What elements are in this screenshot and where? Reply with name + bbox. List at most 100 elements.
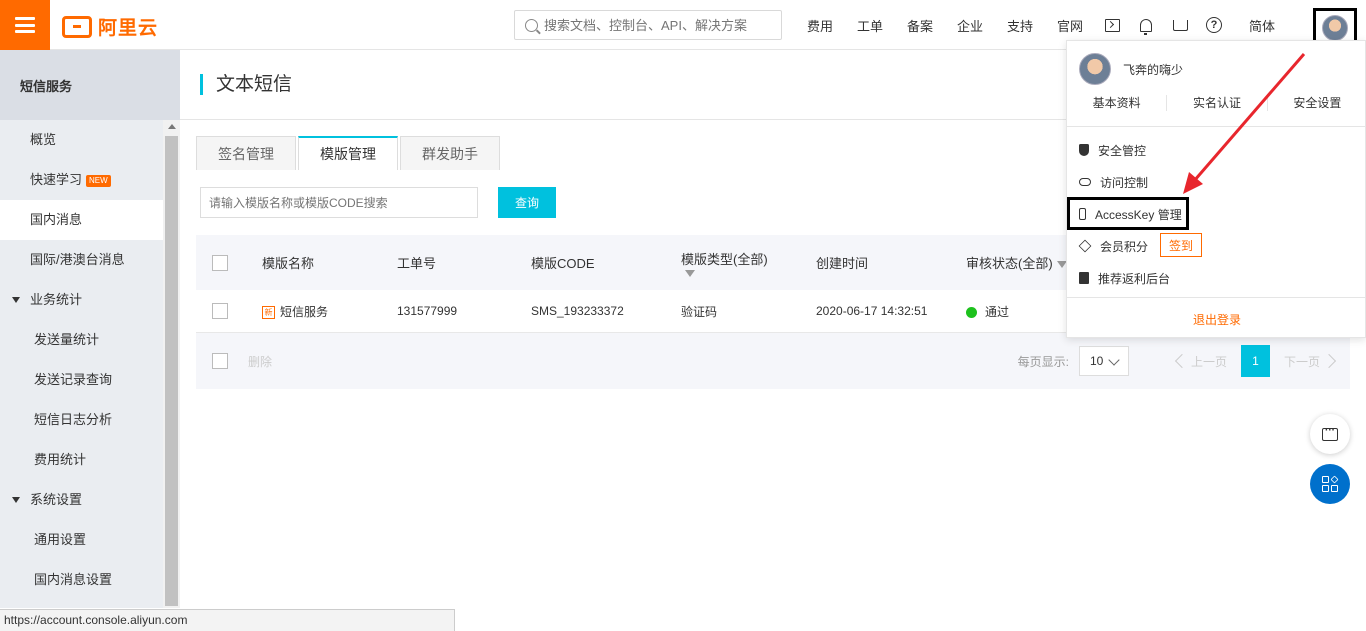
next-page-button[interactable]: 下一页: [1283, 353, 1337, 370]
chevron-right-icon: [1321, 353, 1337, 369]
cart-button[interactable]: [1163, 19, 1197, 31]
filter-icon[interactable]: [685, 269, 695, 277]
sidebar-item-international[interactable]: 国际/港澳台消息: [0, 240, 163, 280]
sign-in-button[interactable]: 签到: [1160, 233, 1202, 257]
col-header-code: 模版CODE: [531, 256, 595, 271]
page-number-current[interactable]: 1: [1240, 345, 1270, 377]
search-input[interactable]: [544, 17, 774, 33]
user-dropdown: 飞奔的嗨少 基本资料 实名认证 安全设置 安全管控 访问控制 AccessKey…: [1066, 40, 1366, 338]
search-icon: [525, 18, 538, 32]
cell-code: SMS_193233372: [531, 304, 624, 318]
scrollbar-thumb[interactable]: [165, 136, 178, 606]
scroll-up-icon[interactable]: [168, 124, 176, 129]
query-button[interactable]: 查询: [498, 187, 556, 218]
next-page-label: 下一页: [1283, 354, 1320, 369]
sidebar-item-general-settings[interactable]: 通用设置: [0, 520, 163, 560]
browser-status-url: https://account.console.aliyun.com: [0, 609, 455, 631]
delete-button[interactable]: 删除: [248, 353, 272, 370]
chat-float-button[interactable]: [1310, 414, 1350, 454]
col-header-type-label: 模版类型(全部): [681, 251, 768, 267]
nav-enterprise[interactable]: 企业: [945, 16, 995, 35]
select-all-checkbox[interactable]: [212, 254, 228, 271]
aliyun-logo[interactable]: 阿里云: [62, 13, 158, 40]
dropdown-user: 飞奔的嗨少: [1079, 53, 1183, 85]
apps-float-button[interactable]: [1310, 464, 1350, 504]
sidebar-group-label: 系统设置: [30, 492, 83, 507]
page-size-label: 每页显示:: [1017, 354, 1069, 369]
account-links: 基本资料 实名认证 安全设置: [1067, 95, 1366, 111]
link-basic-info[interactable]: 基本资料: [1067, 95, 1168, 111]
menu-security-control[interactable]: 安全管控: [1079, 140, 1146, 160]
terminal-icon: [1104, 18, 1120, 32]
avatar: [1079, 53, 1111, 85]
row-checkbox[interactable]: [212, 303, 228, 319]
nav-website[interactable]: 官网: [1045, 16, 1095, 35]
sidebar-item-label: 国内消息: [30, 212, 83, 227]
menu-member-points[interactable]: 会员积分: [1078, 236, 1148, 256]
language-switch[interactable]: 简体: [1237, 16, 1287, 35]
notifications-button[interactable]: [1129, 18, 1163, 35]
caret-down-icon: [12, 497, 20, 503]
sidebar-item-cost-stats[interactable]: 费用统计: [0, 440, 163, 480]
link-real-name[interactable]: 实名认证: [1167, 95, 1268, 111]
col-header-created: 创建时间: [816, 256, 869, 271]
sidebar-scrollbar[interactable]: [163, 120, 180, 608]
menu-icon: [15, 17, 35, 33]
tab-templates[interactable]: 模版管理: [298, 136, 398, 170]
cart-icon: [1172, 19, 1188, 31]
page-title: 文本短信: [200, 74, 292, 95]
sidebar-item-quickstart[interactable]: 快速学习 NEW: [0, 160, 163, 200]
logout-button[interactable]: 退出登录: [1067, 311, 1366, 328]
cell-created: 2020-06-17 14:32:51: [816, 304, 928, 318]
sidebar-item-domestic[interactable]: 国内消息: [0, 200, 163, 240]
menu-item-label: 推荐返利后台: [1098, 271, 1171, 286]
sidebar-item-overview[interactable]: 概览: [0, 120, 163, 160]
menu-referral[interactable]: 推荐返利后台: [1079, 268, 1170, 288]
sidebar-group-stats[interactable]: 业务统计: [0, 280, 163, 320]
help-button[interactable]: ?: [1197, 17, 1231, 33]
tab-bulk-send[interactable]: 群发助手: [400, 136, 500, 170]
tab-bar: 签名管理 模版管理 群发助手: [196, 136, 502, 170]
menu-item-label: 安全管控: [1098, 143, 1147, 158]
menu-access-control[interactable]: 访问控制: [1079, 172, 1148, 192]
page-size-select[interactable]: 10: [1078, 346, 1129, 376]
global-search[interactable]: [514, 10, 782, 40]
col-header-name: 模版名称: [262, 256, 315, 271]
tab-signatures[interactable]: 签名管理: [196, 136, 296, 170]
sidebar-item-label: 快速学习: [30, 172, 83, 187]
prev-page-button[interactable]: 上一页: [1174, 353, 1227, 370]
divider: [1067, 297, 1366, 298]
apps-icon: [1322, 475, 1339, 492]
template-search-input[interactable]: [200, 187, 478, 218]
accesskey-highlight-box: [1067, 197, 1189, 230]
sidebar-item-domestic-settings[interactable]: 国内消息设置: [0, 560, 163, 600]
cell-type: 验证码: [681, 304, 718, 319]
sidebar-item-log-analysis[interactable]: 短信日志分析: [0, 400, 163, 440]
pagination: 每页显示: 10 上一页 1 下一页: [1017, 345, 1337, 377]
avatar: [1322, 15, 1348, 41]
sidebar-group-settings[interactable]: 系统设置: [0, 480, 163, 520]
table-footer: 删除 每页显示: 10 上一页 1 下一页: [196, 333, 1350, 389]
brand-name: 阿里云: [98, 18, 159, 39]
cloud-shell-button[interactable]: [1095, 18, 1129, 32]
nav-icp[interactable]: 备案: [895, 16, 945, 35]
cell-name: 新短信服务: [262, 303, 397, 320]
sidebar-item-send-stats[interactable]: 发送量统计: [0, 320, 163, 360]
footer-select-checkbox[interactable]: [212, 353, 228, 369]
aliyun-logo-icon: [62, 15, 92, 38]
sidebar-title: 短信服务: [0, 50, 180, 120]
hamburger-menu-button[interactable]: [0, 0, 50, 50]
sidebar-item-send-records[interactable]: 发送记录查询: [0, 360, 163, 400]
bell-icon: [1140, 18, 1152, 35]
link-security-settings[interactable]: 安全设置: [1268, 95, 1366, 111]
nav-support[interactable]: 支持: [995, 16, 1045, 35]
book-icon: [1079, 272, 1089, 284]
cell-ticket: 131577999: [397, 304, 458, 318]
diamond-icon: [1078, 239, 1092, 253]
chevron-left-icon: [1174, 353, 1190, 369]
nav-billing[interactable]: 费用: [795, 16, 845, 35]
col-header-ticket: 工单号: [397, 256, 437, 271]
col-header-type[interactable]: 模版类型(全部): [681, 249, 816, 277]
new-badge: NEW: [86, 174, 111, 187]
nav-tickets[interactable]: 工单: [845, 16, 895, 35]
